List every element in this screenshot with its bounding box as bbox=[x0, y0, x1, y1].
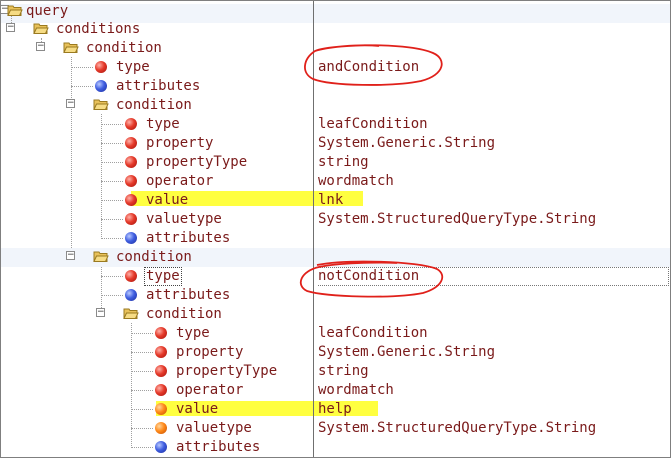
element-ball-icon bbox=[155, 365, 167, 377]
folder-open-icon bbox=[123, 308, 139, 319]
tree-node-attributes[interactable]: attributes bbox=[1, 229, 670, 248]
node-label: type bbox=[144, 267, 182, 286]
node-value: System.StructuredQueryType.String bbox=[318, 420, 597, 436]
tree-node-operator[interactable]: operator wordmatch bbox=[1, 381, 670, 400]
node-label: condition bbox=[86, 40, 162, 56]
attribute-ball-icon bbox=[155, 441, 167, 453]
node-label: type bbox=[176, 325, 210, 341]
collapse-toggle[interactable]: − bbox=[66, 99, 75, 108]
node-value: wordmatch bbox=[318, 382, 394, 398]
element-ball-icon bbox=[155, 346, 167, 358]
element-ball-icon bbox=[155, 422, 167, 434]
node-value: leafCondition bbox=[318, 325, 428, 341]
node-label: operator bbox=[176, 382, 244, 398]
node-label: valuetype bbox=[176, 420, 252, 436]
attribute-ball-icon bbox=[125, 289, 137, 301]
element-ball-icon bbox=[125, 156, 137, 168]
tree-node-condition[interactable]: − condition bbox=[1, 305, 670, 324]
tree-node-valuetype[interactable]: valuetype System.StructuredQueryType.Str… bbox=[1, 210, 670, 229]
element-ball-icon bbox=[155, 327, 167, 339]
folder-open-icon bbox=[93, 251, 109, 262]
node-value: leafCondition bbox=[318, 116, 428, 132]
node-label: propertyType bbox=[176, 363, 278, 379]
node-label: condition bbox=[116, 249, 192, 265]
node-value: string bbox=[318, 154, 369, 170]
collapse-toggle[interactable]: − bbox=[36, 42, 45, 51]
attribute-ball-icon bbox=[125, 232, 137, 244]
node-value: lnk bbox=[318, 192, 344, 208]
collapse-toggle[interactable]: − bbox=[96, 308, 105, 317]
node-value: string bbox=[318, 363, 369, 379]
tree-node-conditions[interactable]: − conditions bbox=[1, 20, 670, 39]
element-ball-icon bbox=[125, 137, 137, 149]
node-label: propertyType bbox=[146, 154, 248, 170]
folder-open-icon bbox=[33, 23, 49, 34]
element-ball-icon bbox=[125, 194, 137, 206]
node-label: query bbox=[26, 3, 69, 19]
tree-node-type[interactable]: type leafCondition bbox=[1, 115, 670, 134]
tree-node-value[interactable]: value lnk bbox=[1, 191, 670, 210]
element-ball-icon bbox=[125, 213, 137, 225]
tree-node-property[interactable]: property System.Generic.String bbox=[1, 343, 670, 362]
tree-node-operator[interactable]: operator wordmatch bbox=[1, 172, 670, 191]
tree-node-property[interactable]: property System.Generic.String bbox=[1, 134, 670, 153]
tree-node-type[interactable]: type leafCondition bbox=[1, 324, 670, 343]
tree-node-valuetype[interactable]: valuetype System.StructuredQueryType.Str… bbox=[1, 419, 670, 438]
node-label: property bbox=[176, 344, 244, 360]
node-label: condition bbox=[146, 306, 222, 322]
element-ball-icon bbox=[95, 61, 107, 73]
collapse-toggle[interactable]: − bbox=[66, 251, 75, 260]
element-ball-icon bbox=[155, 384, 167, 396]
node-label: attributes bbox=[146, 230, 231, 246]
tree-node-attributes[interactable]: attributes bbox=[1, 438, 670, 457]
node-label: attributes bbox=[176, 439, 261, 455]
xml-tree-view: − query − conditions − condition type an… bbox=[0, 0, 671, 458]
node-label: type bbox=[146, 116, 180, 132]
node-value: wordmatch bbox=[318, 173, 394, 189]
tree-node-query[interactable]: − query bbox=[1, 2, 670, 21]
annotation-circle bbox=[299, 260, 444, 298]
node-label: value bbox=[146, 192, 189, 208]
node-label: condition bbox=[116, 97, 192, 113]
attribute-ball-icon bbox=[95, 80, 107, 92]
tree-node-propertytype[interactable]: propertyType string bbox=[1, 153, 670, 172]
tree-node-value[interactable]: value help bbox=[1, 400, 670, 419]
annotation-circle bbox=[304, 44, 443, 86]
tree-node-condition[interactable]: − condition bbox=[1, 96, 670, 115]
node-label: attributes bbox=[146, 287, 231, 303]
folder-open-icon bbox=[93, 99, 109, 110]
node-value: help bbox=[318, 401, 352, 417]
element-ball-icon bbox=[125, 118, 137, 130]
node-label: value bbox=[176, 401, 219, 417]
folder-open-icon bbox=[63, 42, 79, 53]
node-value: System.Generic.String bbox=[318, 135, 496, 151]
node-label: operator bbox=[146, 173, 214, 189]
node-value: System.Generic.String bbox=[318, 344, 496, 360]
node-label: property bbox=[146, 135, 214, 151]
node-value: System.StructuredQueryType.String bbox=[318, 211, 597, 227]
folder-open-icon bbox=[7, 5, 23, 16]
node-label: conditions bbox=[56, 21, 141, 37]
element-ball-icon bbox=[125, 175, 137, 187]
tree-node-propertytype[interactable]: propertyType string bbox=[1, 362, 670, 381]
element-ball-icon bbox=[125, 270, 137, 282]
element-ball-icon bbox=[155, 403, 167, 415]
node-label: attributes bbox=[116, 78, 201, 94]
node-label: type bbox=[116, 59, 150, 75]
collapse-toggle[interactable]: − bbox=[6, 23, 15, 32]
node-label: valuetype bbox=[146, 211, 222, 227]
